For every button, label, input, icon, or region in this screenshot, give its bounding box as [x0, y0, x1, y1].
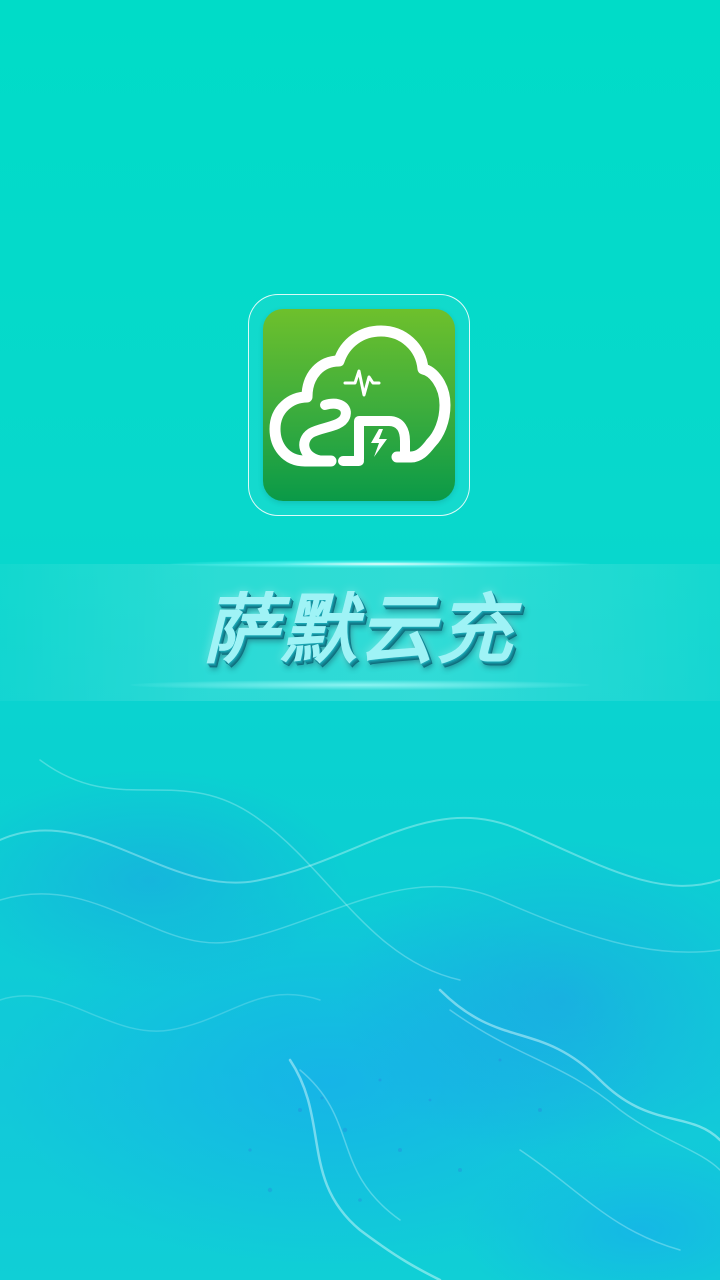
cloud-charging-logo-icon — [269, 325, 451, 467]
splash-screen: 萨默云充 — [0, 0, 720, 1280]
app-logo — [263, 309, 455, 501]
banner-glow-bottom — [130, 680, 590, 690]
banner-glow-top — [170, 560, 590, 568]
app-name-title: 萨默云充 — [198, 585, 533, 674]
